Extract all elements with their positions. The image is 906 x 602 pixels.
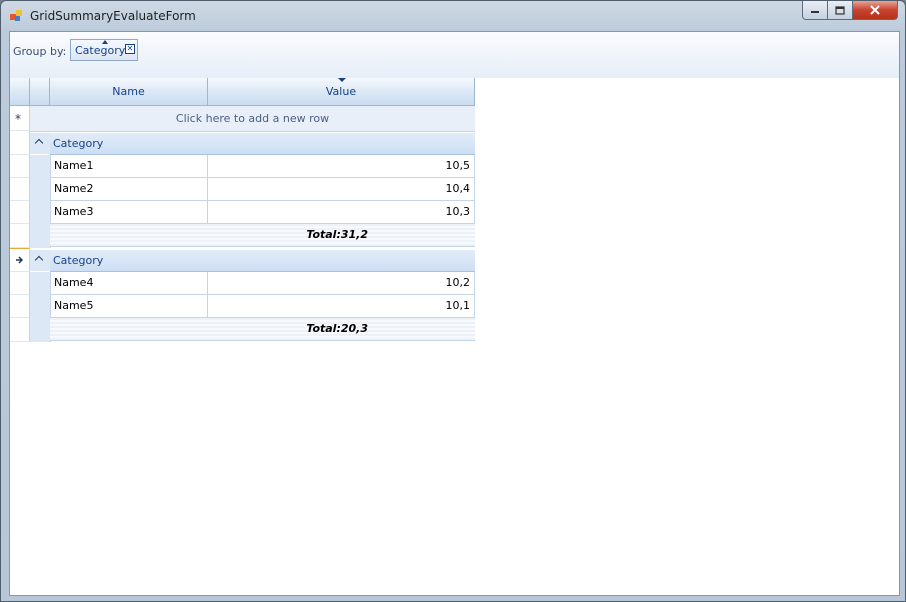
group-collapse-button[interactable] (30, 250, 51, 271)
app-icon (10, 10, 22, 21)
chevron-up-icon (34, 138, 44, 148)
maximize-icon (835, 5, 845, 15)
cell-name[interactable]: Name4 (50, 272, 208, 295)
cell-name[interactable]: Name1 (50, 155, 208, 178)
current-row-arrow-icon (16, 256, 23, 264)
cell-value[interactable]: 10,1 (208, 295, 475, 318)
group-summary-total: Total:20,3 (306, 322, 368, 335)
group-chip-label: Category (75, 44, 126, 57)
remove-group-icon[interactable]: ✕ (125, 44, 135, 54)
column-header-value[interactable]: Value (208, 78, 475, 106)
row-header (10, 224, 30, 248)
window-frame: GridSummaryEvaluateForm Group by: Catego… (0, 0, 906, 602)
minimize-button[interactable] (802, 1, 828, 20)
group-panel[interactable]: Group by: Category ✕ (10, 32, 899, 78)
group-label: Category (53, 254, 104, 267)
maximize-button[interactable] (828, 1, 853, 20)
form-client-area: Group by: Category ✕ Name Value * Click … (9, 31, 900, 596)
close-button[interactable] (853, 1, 898, 20)
column-header-name[interactable]: Name (50, 78, 208, 106)
group-summary-total: Total:31,2 (306, 228, 368, 241)
group-row[interactable]: Category (50, 250, 475, 272)
group-indent-header (30, 78, 50, 106)
row-header (10, 201, 30, 224)
cell-name[interactable]: Name3 (50, 201, 208, 224)
group-summary-row: Total:20,3 (50, 318, 475, 341)
cell-name[interactable]: Name5 (50, 295, 208, 318)
close-icon (870, 5, 880, 15)
row-header (10, 178, 30, 201)
group-chip-category[interactable]: Category ✕ (70, 39, 138, 61)
group-by-label: Group by: (13, 45, 67, 58)
group-indent (30, 272, 51, 342)
row-header (10, 272, 30, 295)
window-title: GridSummaryEvaluateForm (30, 9, 196, 23)
row-header-corner (10, 78, 30, 106)
cell-value[interactable]: 10,4 (208, 178, 475, 201)
column-header-label: Value (325, 85, 357, 98)
minimize-icon (811, 11, 819, 13)
row-header (10, 155, 30, 178)
cell-name[interactable]: Name2 (50, 178, 208, 201)
group-row[interactable]: Category (50, 133, 475, 155)
group-collapse-button[interactable] (30, 133, 51, 154)
new-row-marker: * (15, 112, 21, 126)
cell-value[interactable]: 10,5 (208, 155, 475, 178)
sort-indicator-icon (338, 78, 346, 82)
column-header-label: Name (112, 85, 145, 98)
row-header (10, 295, 30, 318)
chevron-up-icon (34, 255, 44, 265)
group-summary-row: Total:31,2 (50, 224, 475, 247)
group-label: Category (53, 137, 104, 150)
cell-value[interactable]: 10,2 (208, 272, 475, 295)
title-bar[interactable]: GridSummaryEvaluateForm (1, 1, 905, 31)
cell-value[interactable]: 10,3 (208, 201, 475, 224)
group-indent (30, 155, 51, 248)
new-row-prompt[interactable]: Click here to add a new row (30, 106, 475, 132)
row-header (10, 318, 30, 342)
row-header (10, 131, 30, 155)
